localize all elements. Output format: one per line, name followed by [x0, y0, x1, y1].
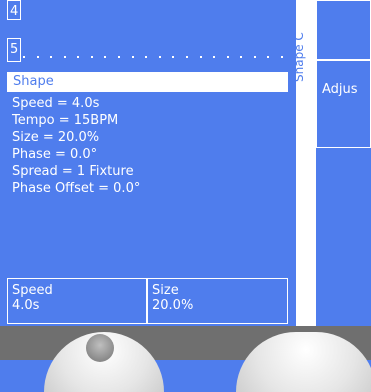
row-number-5: 5	[7, 38, 21, 62]
size-box-label: Size	[152, 283, 179, 298]
timeline-dot	[77, 56, 80, 58]
timeline-dot	[131, 56, 134, 58]
timeline-dot	[50, 56, 53, 58]
timeline-dot	[36, 56, 39, 58]
right-top-box[interactable]	[316, 0, 371, 60]
adjust-box[interactable]	[316, 60, 371, 148]
row-number-label: 5	[10, 42, 19, 57]
timeline-dot	[185, 56, 188, 58]
timeline-dot	[23, 56, 25, 58]
speed-property: Speed = 4.0s	[12, 96, 100, 111]
tempo-property: Tempo = 15BPM	[12, 113, 119, 128]
size-property: Size = 20.0%	[12, 130, 100, 145]
row-number-label: 4	[10, 4, 19, 19]
spread-property: Spread = 1 Fixture	[12, 164, 134, 179]
size-box-value: 20.0%	[152, 298, 194, 313]
timeline-dot	[118, 56, 121, 58]
speed-box[interactable]: Speed 4.0s	[7, 278, 147, 324]
adjust-label: Adjus	[322, 82, 358, 97]
phase-property: Phase = 0.0°	[12, 147, 98, 162]
speed-box-label: Speed	[12, 283, 53, 298]
size-box[interactable]: Size 20.0%	[147, 278, 288, 324]
timeline-dot	[226, 56, 229, 58]
shape-header-label: Shape	[13, 74, 54, 89]
phase-offset-property: Phase Offset = 0.0°	[12, 181, 141, 196]
timeline-dot	[104, 56, 107, 58]
row-number-4: 4	[7, 0, 21, 20]
timeline-dot	[63, 56, 66, 58]
timeline-dot	[158, 56, 161, 58]
timeline-dot	[90, 56, 93, 58]
timeline-dot	[240, 56, 243, 58]
speed-box-value: 4.0s	[12, 298, 40, 313]
timeline-dot	[172, 56, 175, 58]
timeline-dot	[145, 56, 148, 58]
shape-panel-header[interactable]: Shape	[7, 72, 288, 92]
vertical-shape-title: Shape C	[292, 32, 306, 82]
timeline-dot	[253, 56, 256, 58]
timeline-dot	[213, 56, 216, 58]
timeline-dot	[280, 56, 283, 58]
timeline-dot	[267, 56, 270, 58]
speed-knob-center	[86, 334, 114, 362]
timeline-dot	[199, 56, 202, 58]
timeline-dots	[23, 52, 283, 62]
